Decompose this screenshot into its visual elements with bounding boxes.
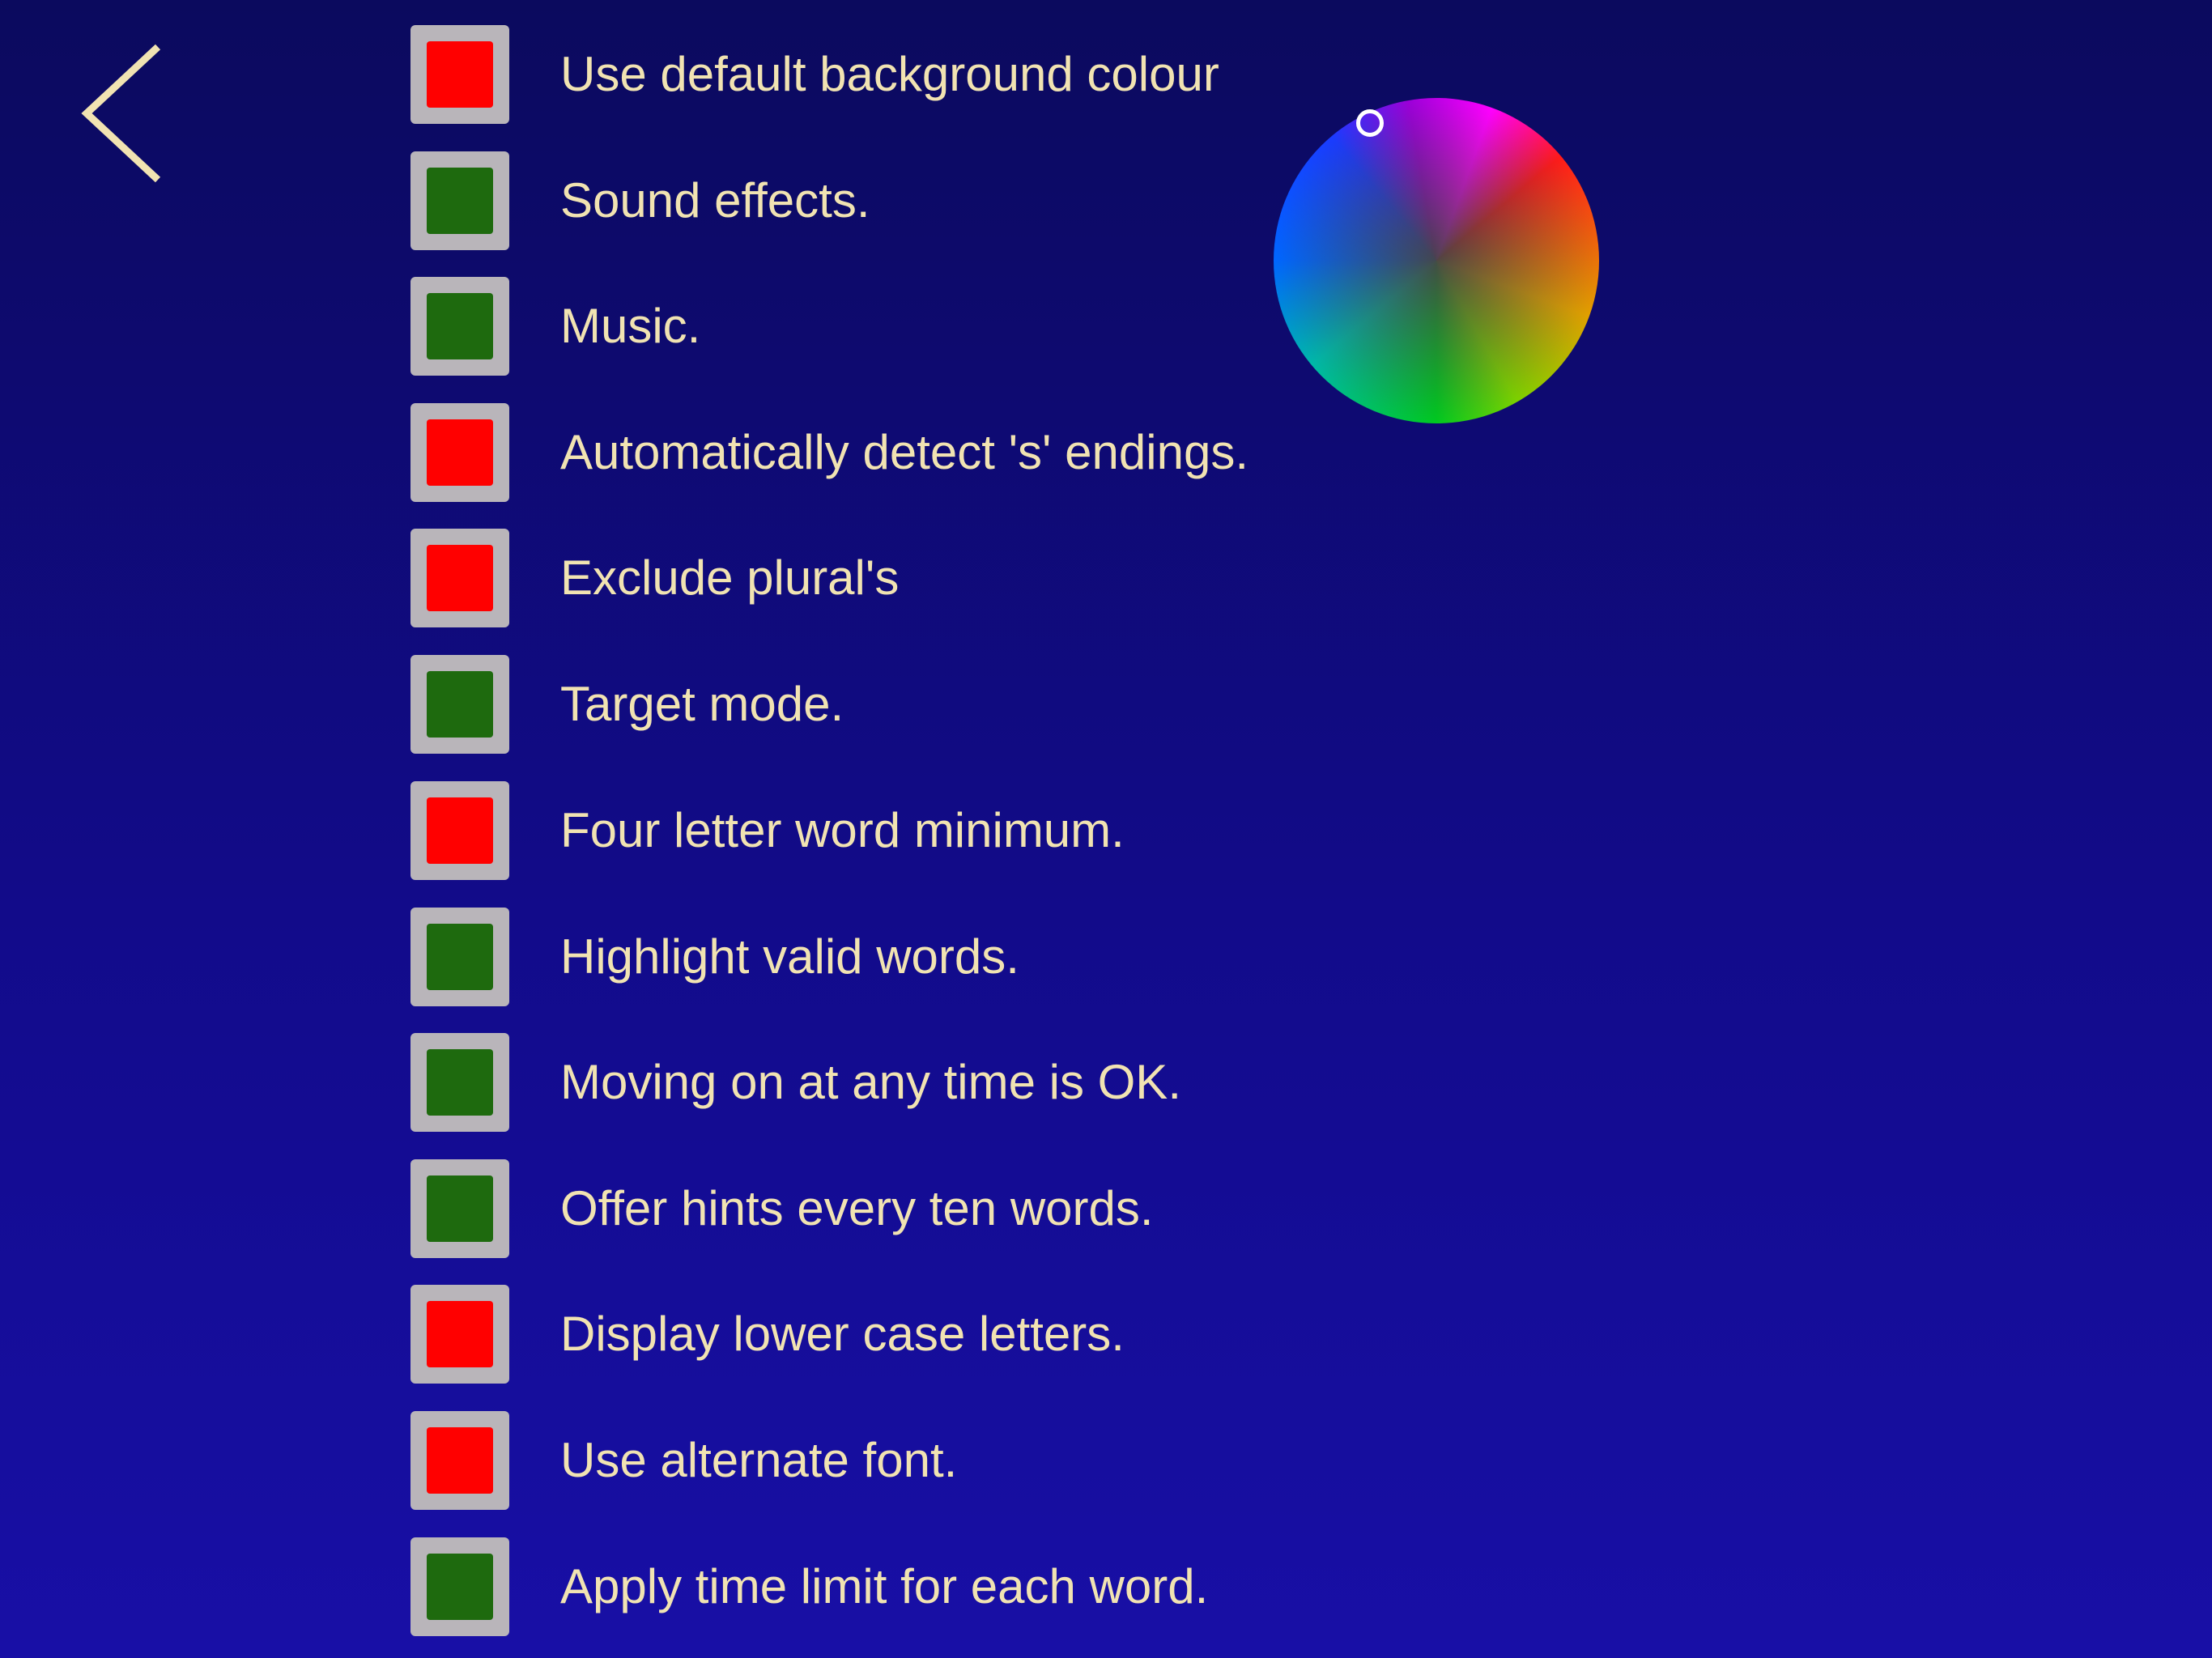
- toggle-exclude-plurals[interactable]: [410, 529, 509, 627]
- setting-row-offer-hints: Offer hints every ten words.: [410, 1159, 1154, 1258]
- setting-row-alternate-font: Use alternate font.: [410, 1411, 957, 1510]
- setting-label: Exclude plural's: [560, 551, 900, 605]
- setting-label: Display lower case letters.: [560, 1307, 1125, 1361]
- setting-row-four-letter-minimum: Four letter word minimum.: [410, 781, 1125, 880]
- setting-label: Sound effects.: [560, 173, 870, 227]
- setting-label: Moving on at any time is OK.: [560, 1055, 1181, 1109]
- setting-label: Automatically detect 's' endings.: [560, 425, 1249, 479]
- setting-row-lower-case: Display lower case letters.: [410, 1285, 1125, 1384]
- toggle-indicator: [427, 419, 493, 486]
- toggle-indicator: [427, 671, 493, 738]
- toggle-lower-case[interactable]: [410, 1285, 509, 1384]
- toggle-indicator: [427, 1554, 493, 1620]
- toggle-target-mode[interactable]: [410, 655, 509, 754]
- toggle-indicator: [427, 1175, 493, 1242]
- setting-row-music: Music.: [410, 277, 700, 376]
- color-wheel[interactable]: [1274, 98, 1599, 423]
- setting-row-sound-effects: Sound effects.: [410, 151, 870, 250]
- toggle-four-letter-minimum[interactable]: [410, 781, 509, 880]
- setting-label: Highlight valid words.: [560, 929, 1019, 984]
- toggle-indicator: [427, 1301, 493, 1367]
- toggle-indicator: [427, 1427, 493, 1494]
- setting-row-exclude-plurals: Exclude plural's: [410, 529, 899, 627]
- toggle-indicator: [427, 924, 493, 990]
- settings-list: Use default background colour Sound effe…: [0, 0, 2212, 1658]
- setting-label: Four letter word minimum.: [560, 803, 1125, 857]
- setting-row-detect-s-endings: Automatically detect 's' endings.: [410, 403, 1249, 502]
- setting-label: Offer hints every ten words.: [560, 1181, 1154, 1235]
- toggle-offer-hints[interactable]: [410, 1159, 509, 1258]
- toggle-indicator: [427, 41, 493, 108]
- color-wheel-selector-handle[interactable]: [1356, 109, 1384, 137]
- setting-row-time-limit: Apply time limit for each word.: [410, 1537, 1208, 1636]
- toggle-highlight-valid-words[interactable]: [410, 908, 509, 1006]
- setting-label: Use alternate font.: [560, 1433, 958, 1487]
- setting-label: Apply time limit for each word.: [560, 1559, 1209, 1613]
- toggle-music[interactable]: [410, 277, 509, 376]
- toggle-default-background[interactable]: [410, 25, 509, 124]
- toggle-indicator: [427, 1049, 493, 1116]
- toggle-indicator: [427, 797, 493, 864]
- toggle-moving-on[interactable]: [410, 1033, 509, 1132]
- toggle-indicator: [427, 293, 493, 359]
- setting-row-default-background: Use default background colour: [410, 25, 1219, 124]
- setting-row-highlight-valid-words: Highlight valid words.: [410, 908, 1019, 1006]
- toggle-detect-s-endings[interactable]: [410, 403, 509, 502]
- setting-label: Use default background colour: [560, 47, 1219, 101]
- setting-row-moving-on: Moving on at any time is OK.: [410, 1033, 1181, 1132]
- setting-row-target-mode: Target mode.: [410, 655, 844, 754]
- setting-label: Music.: [560, 299, 701, 353]
- toggle-alternate-font[interactable]: [410, 1411, 509, 1510]
- toggle-time-limit[interactable]: [410, 1537, 509, 1636]
- toggle-indicator: [427, 168, 493, 234]
- toggle-sound-effects[interactable]: [410, 151, 509, 250]
- setting-label: Target mode.: [560, 677, 844, 731]
- toggle-indicator: [427, 545, 493, 611]
